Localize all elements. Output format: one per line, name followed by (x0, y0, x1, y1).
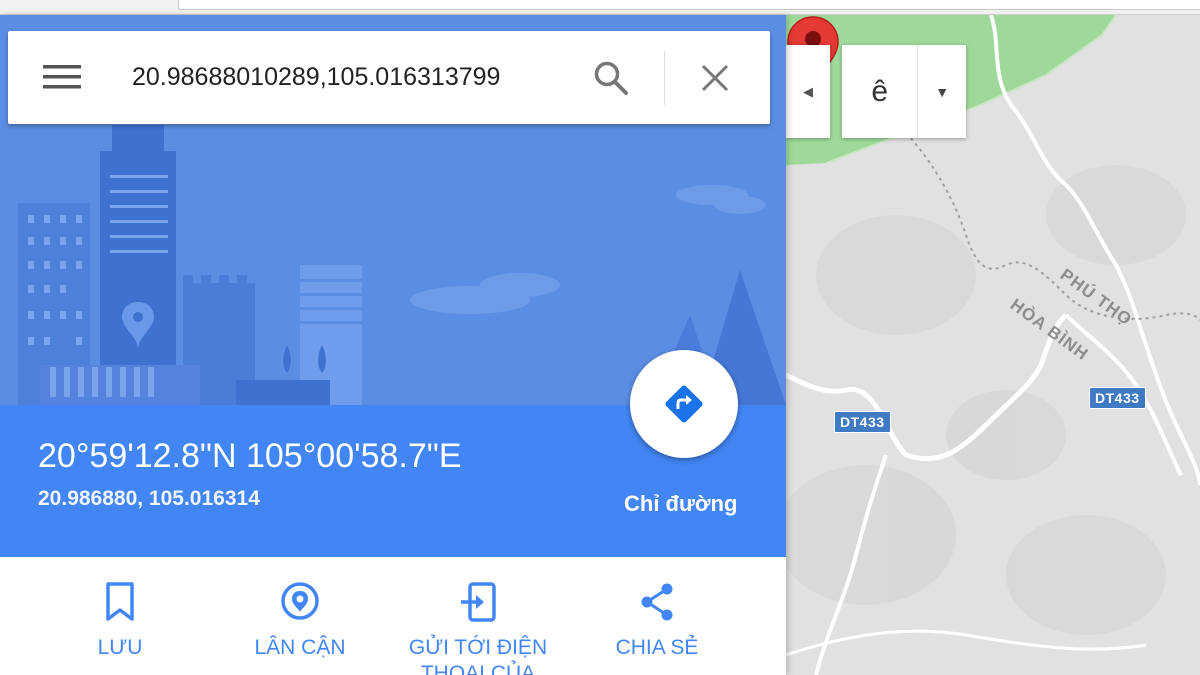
nearby-pin-icon (281, 582, 319, 620)
send-to-phone-icon (461, 582, 496, 622)
nearby-label: LÂN CẬN (254, 636, 346, 659)
input-tool-language[interactable]: ê (842, 45, 919, 138)
share-icon (641, 583, 673, 621)
browser-chrome (0, 0, 1200, 15)
bookmark-icon (106, 582, 134, 621)
send-to-phone-button[interactable]: GỬI TỚI ĐIỆN THOẠI CỦA (388, 581, 568, 675)
nearby-button[interactable]: LÂN CẬN (210, 581, 390, 661)
search-button[interactable] (588, 55, 634, 101)
road-badge: DT433 (1089, 387, 1146, 409)
chevron-down-icon: ▼ (935, 83, 950, 100)
collapse-panel-button[interactable]: ◀ (786, 45, 830, 138)
chevron-left-icon: ◀ (803, 83, 813, 99)
save-label: LƯU (97, 636, 143, 659)
directions-button[interactable] (630, 350, 738, 458)
close-icon (701, 64, 729, 92)
place-panel: 20°59'12.8"N 105°00'58.7"E 20.986880, 10… (0, 15, 786, 675)
hamburger-menu-icon (43, 65, 81, 89)
share-button[interactable]: CHIA SẺ (567, 581, 747, 661)
map-canvas[interactable]: PHÚ THỌ HÒA BÌNH DT433 DT433 ◀ ê ▼ (786, 15, 1200, 675)
action-bar: LƯU LÂN CẬN GỬI TỚI ĐIỆN THOẠI CỦA CHIA … (0, 557, 786, 675)
input-tools[interactable]: ê ▼ (842, 45, 966, 138)
clear-search-button[interactable] (692, 55, 738, 101)
directions-label[interactable]: Chỉ đường (624, 491, 737, 517)
save-button[interactable]: LƯU (30, 581, 210, 661)
search-box (8, 31, 770, 124)
road-badge: DT433 (834, 411, 891, 433)
menu-button[interactable] (38, 57, 86, 97)
share-label: CHIA SẺ (615, 636, 699, 659)
coordinates-decimal: 20.986880, 105.016314 (38, 487, 260, 510)
send-to-phone-label: GỬI TỚI ĐIỆN THOẠI CỦA (408, 636, 548, 675)
search-icon (594, 61, 628, 95)
input-tool-dropdown[interactable]: ▼ (918, 45, 966, 138)
search-divider (664, 51, 665, 105)
address-bar[interactable] (178, 0, 1200, 10)
directions-arrow-icon (665, 385, 703, 423)
search-input[interactable] (132, 53, 570, 101)
coordinates-dms: 20°59'12.8"N 105°00'58.7"E (38, 437, 462, 475)
